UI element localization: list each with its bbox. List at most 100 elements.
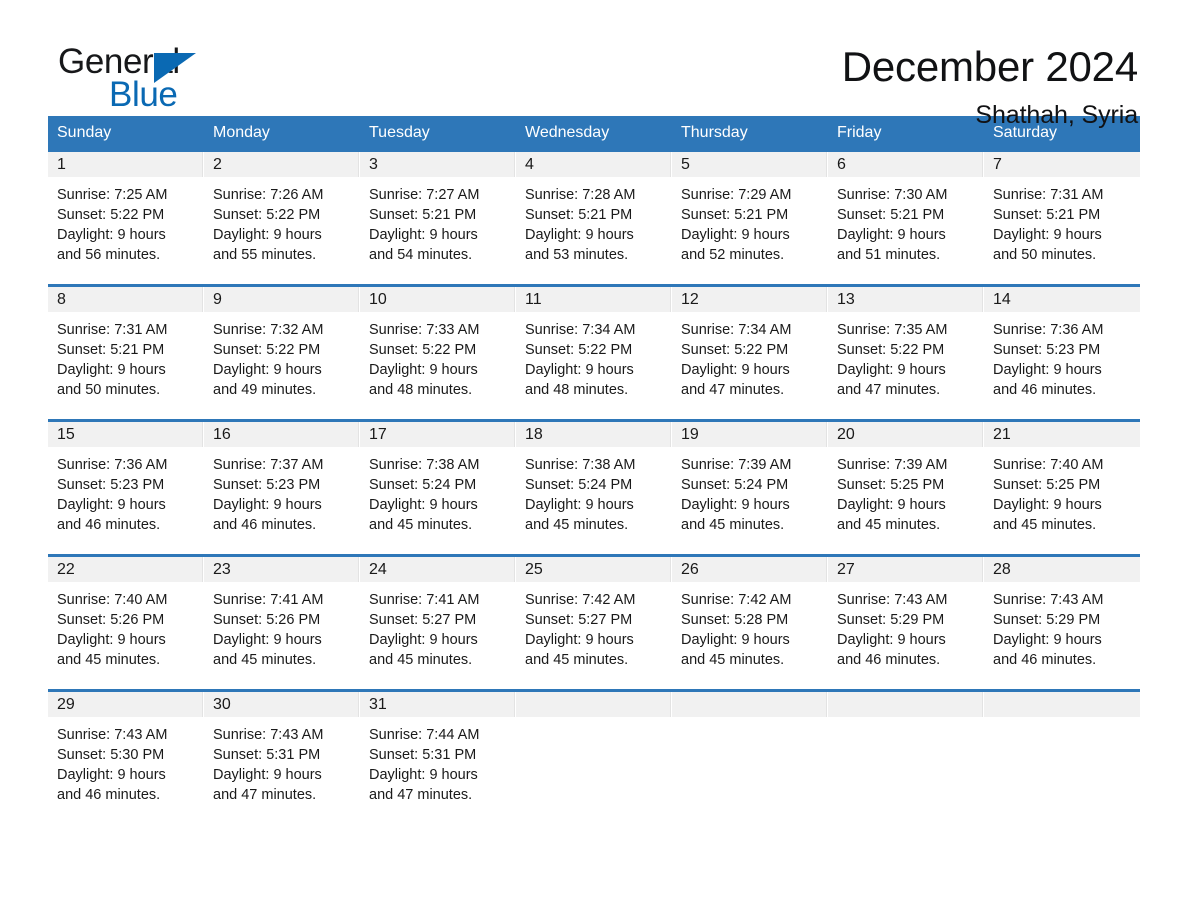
day-cell[interactable]: 9 Sunrise: 7:32 AM Sunset: 5:22 PM Dayli… xyxy=(204,287,360,419)
day-cell[interactable]: 26 Sunrise: 7:42 AM Sunset: 5:28 PM Dayl… xyxy=(672,557,828,689)
day-cell[interactable]: 27 Sunrise: 7:43 AM Sunset: 5:29 PM Dayl… xyxy=(828,557,984,689)
day-cell[interactable]: 10 Sunrise: 7:33 AM Sunset: 5:22 PM Dayl… xyxy=(360,287,516,419)
day-cell-empty xyxy=(672,692,828,824)
day-cell[interactable]: 2 Sunrise: 7:26 AM Sunset: 5:22 PM Dayli… xyxy=(204,152,360,284)
day-number-band: 27 xyxy=(828,557,983,582)
day-cell[interactable]: 17 Sunrise: 7:38 AM Sunset: 5:24 PM Dayl… xyxy=(360,422,516,554)
brand-name-blue: Blue xyxy=(109,75,178,114)
day-cell[interactable]: 13 Sunrise: 7:35 AM Sunset: 5:22 PM Dayl… xyxy=(828,287,984,419)
day-cell[interactable]: 11 Sunrise: 7:34 AM Sunset: 5:22 PM Dayl… xyxy=(516,287,672,419)
day-details: Sunrise: 7:36 AM Sunset: 5:23 PM Dayligh… xyxy=(57,457,168,533)
week-row: 8 Sunrise: 7:31 AM Sunset: 5:21 PM Dayli… xyxy=(48,284,1140,419)
day-number-band xyxy=(828,692,983,717)
page-header: General Blue December 2024 Shathah, Syri… xyxy=(48,0,1140,129)
day-cell[interactable]: 5 Sunrise: 7:29 AM Sunset: 5:21 PM Dayli… xyxy=(672,152,828,284)
day-number-band: 1 xyxy=(48,152,203,177)
day-number-band: 5 xyxy=(672,152,827,177)
day-number-band: 30 xyxy=(204,692,359,717)
day-details: Sunrise: 7:41 AM Sunset: 5:27 PM Dayligh… xyxy=(369,592,480,668)
day-number-band: 23 xyxy=(204,557,359,582)
day-number: 21 xyxy=(993,426,1011,443)
day-number-band: 16 xyxy=(204,422,359,447)
day-number-band: 2 xyxy=(204,152,359,177)
weekday-friday: Friday xyxy=(837,124,882,141)
day-number: 28 xyxy=(993,561,1011,578)
day-details: Sunrise: 7:39 AM Sunset: 5:25 PM Dayligh… xyxy=(837,457,948,533)
day-cell[interactable]: 4 Sunrise: 7:28 AM Sunset: 5:21 PM Dayli… xyxy=(516,152,672,284)
day-cell[interactable]: 24 Sunrise: 7:41 AM Sunset: 5:27 PM Dayl… xyxy=(360,557,516,689)
page-title: December 2024 xyxy=(841,43,1138,90)
day-number: 17 xyxy=(369,426,387,443)
day-cell[interactable]: 14 Sunrise: 7:36 AM Sunset: 5:23 PM Dayl… xyxy=(984,287,1140,419)
week-row: 15 Sunrise: 7:36 AM Sunset: 5:23 PM Dayl… xyxy=(48,419,1140,554)
calendar-grid: Sunday Monday Tuesday Wednesday Thursday… xyxy=(48,116,1140,824)
day-number: 20 xyxy=(837,426,855,443)
week-row: 22 Sunrise: 7:40 AM Sunset: 5:26 PM Dayl… xyxy=(48,554,1140,689)
day-number-band: 29 xyxy=(48,692,203,717)
day-details: Sunrise: 7:28 AM Sunset: 5:21 PM Dayligh… xyxy=(525,187,636,263)
day-number: 4 xyxy=(525,156,534,173)
day-number-band: 6 xyxy=(828,152,983,177)
day-number: 29 xyxy=(57,696,75,713)
day-number-band xyxy=(672,692,827,717)
day-number-band: 8 xyxy=(48,287,203,312)
day-number: 15 xyxy=(57,426,75,443)
day-number-band: 31 xyxy=(360,692,515,717)
day-details: Sunrise: 7:38 AM Sunset: 5:24 PM Dayligh… xyxy=(369,457,480,533)
day-cell[interactable]: 1 Sunrise: 7:25 AM Sunset: 5:22 PM Dayli… xyxy=(48,152,204,284)
day-number-band: 15 xyxy=(48,422,203,447)
day-number-band: 7 xyxy=(984,152,1140,177)
day-number-band: 20 xyxy=(828,422,983,447)
day-number-band: 22 xyxy=(48,557,203,582)
day-number: 6 xyxy=(837,156,846,173)
general-blue-logo[interactable]: General Blue xyxy=(48,42,258,116)
day-number: 9 xyxy=(213,291,222,308)
day-number-band: 25 xyxy=(516,557,671,582)
day-number: 24 xyxy=(369,561,387,578)
day-cell[interactable]: 29 Sunrise: 7:43 AM Sunset: 5:30 PM Dayl… xyxy=(48,692,204,824)
day-cell[interactable]: 21 Sunrise: 7:40 AM Sunset: 5:25 PM Dayl… xyxy=(984,422,1140,554)
weekday-tuesday: Tuesday xyxy=(369,124,430,141)
weekday-header-row: Sunday Monday Tuesday Wednesday Thursday… xyxy=(48,116,1140,149)
day-number-band: 26 xyxy=(672,557,827,582)
day-number: 13 xyxy=(837,291,855,308)
day-cell[interactable]: 31 Sunrise: 7:44 AM Sunset: 5:31 PM Dayl… xyxy=(360,692,516,824)
day-number-band xyxy=(984,692,1140,717)
day-number-band: 4 xyxy=(516,152,671,177)
weekday-saturday: Saturday xyxy=(993,124,1058,141)
day-details: Sunrise: 7:30 AM Sunset: 5:21 PM Dayligh… xyxy=(837,187,948,263)
day-cell[interactable]: 18 Sunrise: 7:38 AM Sunset: 5:24 PM Dayl… xyxy=(516,422,672,554)
day-cell[interactable]: 6 Sunrise: 7:30 AM Sunset: 5:21 PM Dayli… xyxy=(828,152,984,284)
day-number: 27 xyxy=(837,561,855,578)
day-cell[interactable]: 12 Sunrise: 7:34 AM Sunset: 5:22 PM Dayl… xyxy=(672,287,828,419)
day-number-band: 14 xyxy=(984,287,1140,312)
day-number: 11 xyxy=(525,291,542,308)
day-cell[interactable]: 30 Sunrise: 7:43 AM Sunset: 5:31 PM Dayl… xyxy=(204,692,360,824)
day-details: Sunrise: 7:39 AM Sunset: 5:24 PM Dayligh… xyxy=(681,457,792,533)
day-cell[interactable]: 22 Sunrise: 7:40 AM Sunset: 5:26 PM Dayl… xyxy=(48,557,204,689)
day-number-band xyxy=(516,692,671,717)
day-details: Sunrise: 7:37 AM Sunset: 5:23 PM Dayligh… xyxy=(213,457,324,533)
calendar-page: General Blue December 2024 Shathah, Syri… xyxy=(0,0,1188,918)
day-cell[interactable]: 3 Sunrise: 7:27 AM Sunset: 5:21 PM Dayli… xyxy=(360,152,516,284)
day-cell[interactable]: 23 Sunrise: 7:41 AM Sunset: 5:26 PM Dayl… xyxy=(204,557,360,689)
day-cell[interactable]: 25 Sunrise: 7:42 AM Sunset: 5:27 PM Dayl… xyxy=(516,557,672,689)
day-details: Sunrise: 7:33 AM Sunset: 5:22 PM Dayligh… xyxy=(369,322,480,398)
day-cell[interactable]: 16 Sunrise: 7:37 AM Sunset: 5:23 PM Dayl… xyxy=(204,422,360,554)
day-details: Sunrise: 7:34 AM Sunset: 5:22 PM Dayligh… xyxy=(525,322,636,398)
day-number-band: 21 xyxy=(984,422,1140,447)
day-details: Sunrise: 7:31 AM Sunset: 5:21 PM Dayligh… xyxy=(993,187,1104,263)
day-cell[interactable]: 19 Sunrise: 7:39 AM Sunset: 5:24 PM Dayl… xyxy=(672,422,828,554)
day-cell[interactable]: 7 Sunrise: 7:31 AM Sunset: 5:21 PM Dayli… xyxy=(984,152,1140,284)
day-cell[interactable]: 8 Sunrise: 7:31 AM Sunset: 5:21 PM Dayli… xyxy=(48,287,204,419)
day-number-band: 17 xyxy=(360,422,515,447)
day-cell[interactable]: 15 Sunrise: 7:36 AM Sunset: 5:23 PM Dayl… xyxy=(48,422,204,554)
day-cell-empty xyxy=(828,692,984,824)
day-cell[interactable]: 20 Sunrise: 7:39 AM Sunset: 5:25 PM Dayl… xyxy=(828,422,984,554)
day-number: 25 xyxy=(525,561,543,578)
day-cell[interactable]: 28 Sunrise: 7:43 AM Sunset: 5:29 PM Dayl… xyxy=(984,557,1140,689)
day-details: Sunrise: 7:41 AM Sunset: 5:26 PM Dayligh… xyxy=(213,592,324,668)
day-details: Sunrise: 7:34 AM Sunset: 5:22 PM Dayligh… xyxy=(681,322,792,398)
day-number: 14 xyxy=(993,291,1011,308)
day-number: 31 xyxy=(369,696,387,713)
